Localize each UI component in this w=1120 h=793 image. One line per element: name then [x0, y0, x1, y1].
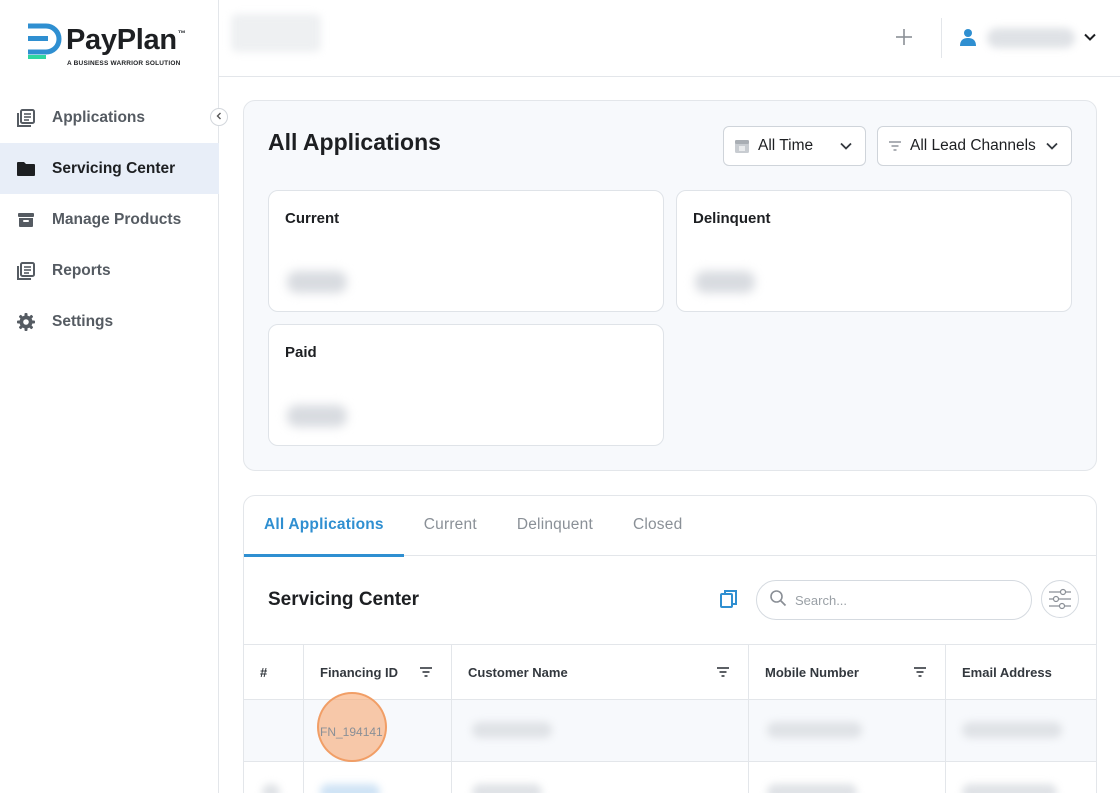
sort-filter-icon[interactable]	[716, 666, 730, 678]
sidebar-item-label: Reports	[52, 261, 111, 279]
column-header-number: #	[244, 645, 304, 700]
redacted-financing-id	[320, 784, 380, 793]
card-title: Current	[285, 210, 340, 227]
copy-icon	[720, 590, 737, 608]
logo-trademark: ™	[177, 28, 186, 38]
chevron-down-icon	[839, 139, 853, 153]
calendar-icon	[734, 138, 750, 154]
logo-tagline: A BUSINESS WARRIOR SOLUTION	[67, 60, 181, 67]
payplan-logo-mark-icon	[26, 20, 62, 60]
column-header-label: Financing ID	[320, 665, 398, 680]
row-number-cell	[244, 762, 304, 793]
logo-wordmark: PayPlan	[66, 23, 177, 56]
chevron-left-icon	[215, 112, 223, 123]
sidebar-item-label: Settings	[52, 312, 114, 330]
document-stack-icon	[16, 261, 36, 281]
email-address-cell	[946, 700, 1096, 762]
sidebar: PayPlan ™ A BUSINESS WARRIOR SOLUTION Ap…	[0, 0, 219, 793]
sliders-icon	[1049, 588, 1071, 610]
sidebar-item-settings[interactable]: Settings	[0, 296, 219, 347]
filter-lines-icon	[888, 140, 902, 152]
financing-id-link[interactable]: FN_194141	[320, 725, 383, 739]
financing-id-cell[interactable]	[304, 762, 452, 793]
copy-button[interactable]	[719, 589, 739, 614]
applications-summary-panel: All Applications All Time All Lead Chann…	[243, 100, 1097, 471]
redacted-email-address	[962, 722, 1062, 738]
sidebar-nav: Applications Servicing Center Manage Pro…	[0, 92, 219, 347]
time-filter-label: All Time	[758, 137, 814, 154]
gear-icon	[16, 312, 36, 332]
table-row[interactable]	[244, 762, 1096, 793]
column-header-label: Mobile Number	[765, 665, 859, 680]
redacted-card-value	[287, 271, 347, 293]
current-summary-card[interactable]: Current	[268, 190, 664, 312]
sidebar-collapse-button[interactable]	[210, 108, 228, 126]
add-button[interactable]	[889, 22, 919, 52]
customer-name-cell	[452, 700, 749, 762]
redacted-email-address	[962, 784, 1057, 793]
lead-channel-filter-dropdown[interactable]: All Lead Channels	[877, 126, 1072, 166]
status-tabs: All Applications Current Delinquent Clos…	[244, 496, 1096, 557]
summary-title: All Applications	[268, 129, 441, 155]
sidebar-item-reports[interactable]: Reports	[0, 245, 219, 296]
column-header-financing-id[interactable]: Financing ID	[304, 645, 452, 700]
user-menu-chevron-down-icon[interactable]	[1083, 30, 1097, 49]
search-box[interactable]	[756, 580, 1032, 620]
sidebar-item-label: Servicing Center	[52, 159, 176, 177]
column-header-label: Email Address	[962, 665, 1052, 680]
redacted-row-number	[262, 784, 280, 793]
redacted-card-value	[287, 405, 347, 427]
chevron-down-icon	[1045, 139, 1059, 153]
folder-icon	[16, 159, 36, 179]
time-filter-dropdown[interactable]: All Time	[723, 126, 866, 166]
column-header-customer-name[interactable]: Customer Name	[452, 645, 749, 700]
payplan-logo[interactable]: PayPlan ™ A BUSINESS WARRIOR SOLUTION	[26, 20, 186, 67]
archive-box-icon	[16, 210, 36, 230]
user-icon[interactable]	[959, 28, 977, 51]
sort-filter-icon[interactable]	[913, 666, 927, 678]
redacted-customer-name	[472, 784, 542, 793]
top-bar	[219, 0, 1120, 77]
mobile-number-cell	[749, 700, 946, 762]
tab-closed[interactable]: Closed	[633, 496, 682, 556]
column-filter-button[interactable]	[1041, 580, 1079, 618]
column-header-label: #	[260, 665, 268, 680]
sidebar-item-servicing-center[interactable]: Servicing Center	[0, 143, 219, 194]
top-bar-divider	[941, 18, 942, 58]
redacted-user-name[interactable]	[987, 28, 1075, 48]
column-header-mobile-number[interactable]: Mobile Number	[749, 645, 946, 700]
sidebar-item-label: Manage Products	[52, 210, 182, 228]
tab-current[interactable]: Current	[424, 496, 477, 556]
redacted-mobile-number	[767, 784, 857, 793]
sidebar-item-label: Applications	[52, 108, 146, 126]
redacted-card-value	[695, 271, 755, 293]
mobile-number-cell	[749, 762, 946, 793]
card-title: Delinquent	[693, 210, 771, 227]
tab-all-applications[interactable]: All Applications	[244, 496, 404, 557]
table-header: # Financing ID Customer Name Mobile Numb…	[244, 644, 1096, 700]
redacted-mobile-number	[767, 722, 862, 738]
customer-name-cell	[452, 762, 749, 793]
column-header-label: Customer Name	[468, 665, 568, 680]
table-title: Servicing Center	[268, 589, 419, 610]
delinquent-summary-card[interactable]: Delinquent	[676, 190, 1072, 312]
sort-filter-icon[interactable]	[419, 666, 433, 678]
paid-summary-card[interactable]: Paid	[268, 324, 664, 446]
tab-delinquent[interactable]: Delinquent	[517, 496, 593, 556]
search-input[interactable]	[795, 592, 1015, 608]
redacted-customer-name	[472, 722, 552, 738]
sidebar-item-applications[interactable]: Applications	[0, 92, 219, 143]
email-address-cell	[946, 762, 1096, 793]
row-number-cell	[244, 700, 304, 762]
search-icon	[769, 589, 787, 612]
redacted-page-heading	[231, 14, 321, 52]
column-header-email-address[interactable]: Email Address	[946, 645, 1096, 700]
plus-icon	[896, 29, 912, 45]
document-stack-icon	[16, 108, 36, 128]
lead-channel-filter-label: All Lead Channels	[910, 137, 1036, 154]
card-title: Paid	[285, 344, 317, 361]
sidebar-item-manage-products[interactable]: Manage Products	[0, 194, 219, 245]
